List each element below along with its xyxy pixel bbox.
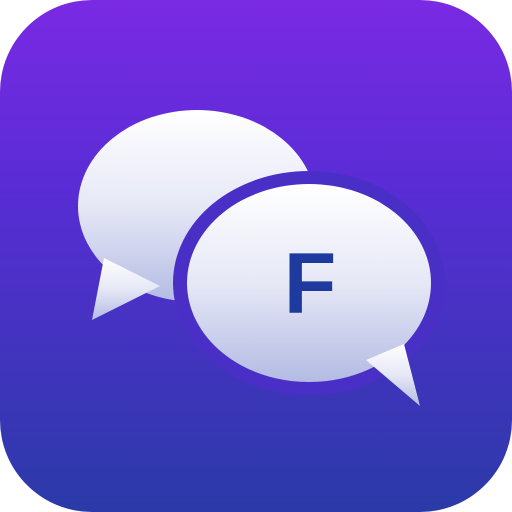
- app-icon[interactable]: F: [0, 0, 512, 512]
- app-icon-graphic: F: [0, 0, 512, 512]
- bubble-letter: F: [284, 236, 337, 332]
